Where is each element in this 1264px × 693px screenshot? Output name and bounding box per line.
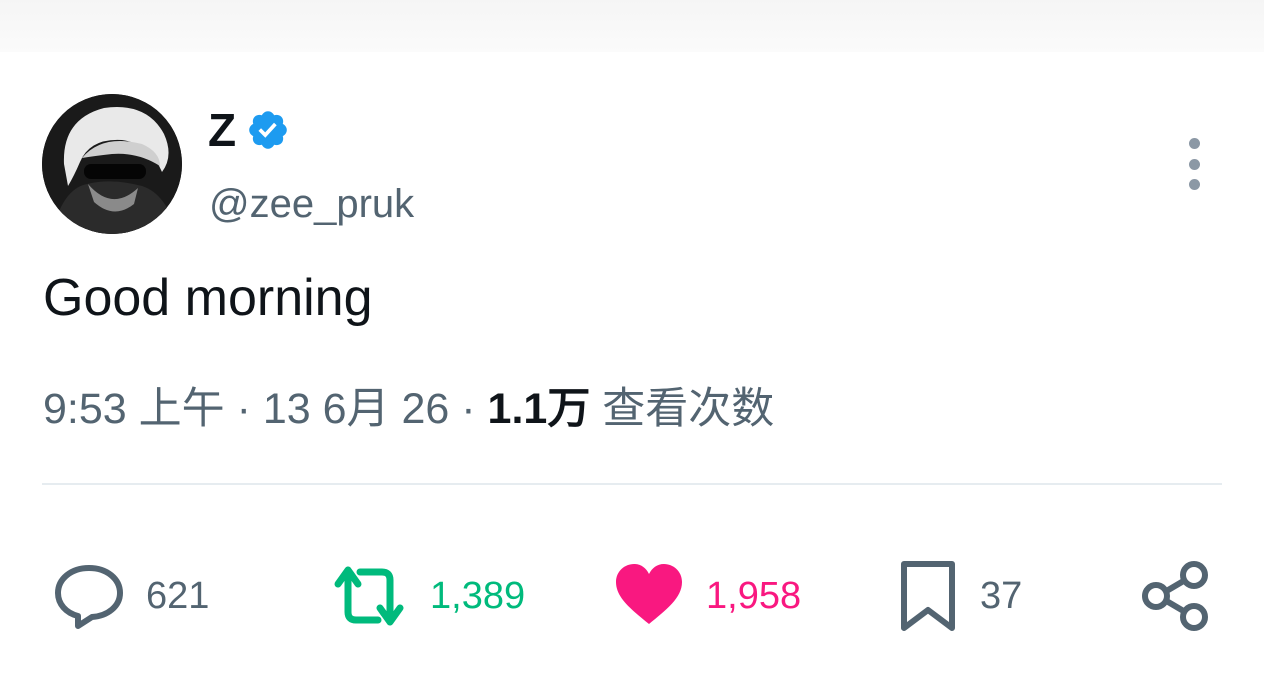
retweet-count: 1,389 (430, 575, 526, 617)
reply-count: 621 (146, 575, 210, 617)
bookmark-icon (901, 561, 955, 631)
like-count: 1,958 (706, 575, 802, 617)
meta-separator: · (449, 385, 488, 433)
dot-icon (1188, 138, 1200, 149)
share-icon (1142, 561, 1208, 631)
bookmark-button[interactable]: 37 (896, 560, 1022, 632)
views-label[interactable]: 查看次数 (602, 385, 774, 433)
dot-icon (1188, 179, 1200, 190)
like-button[interactable]: 1,958 (612, 560, 801, 632)
reply-button[interactable]: 621 (52, 560, 209, 632)
retweet-button[interactable]: 1,389 (328, 560, 525, 632)
heart-icon (616, 564, 682, 624)
share-button[interactable] (1140, 560, 1212, 632)
meta-separator: · (224, 385, 263, 433)
views-count[interactable]: 1.1万 (488, 385, 591, 433)
display-name[interactable]: Z (208, 102, 236, 158)
divider (42, 483, 1222, 485)
avatar-image (42, 94, 182, 234)
retweet-icon (334, 566, 404, 626)
top-bar (0, 0, 1264, 52)
author-handle[interactable]: @zee_pruk (209, 180, 414, 228)
bookmark-count: 37 (980, 575, 1023, 617)
more-options-button[interactable] (1176, 138, 1212, 190)
verified-badge-icon (249, 111, 287, 149)
tweet-text: Good morning (43, 269, 373, 327)
avatar[interactable] (42, 94, 182, 234)
tweet-meta: 9:53 上午 · 13 6月 26 · 1.1万 查看次数 (43, 381, 774, 437)
tweet-date[interactable]: 13 6月 26 (263, 385, 449, 433)
author-name-row[interactable]: Z (208, 102, 290, 158)
reply-icon (55, 565, 123, 629)
tweet-time[interactable]: 9:53 上午 (43, 385, 225, 433)
dot-icon (1188, 158, 1200, 170)
